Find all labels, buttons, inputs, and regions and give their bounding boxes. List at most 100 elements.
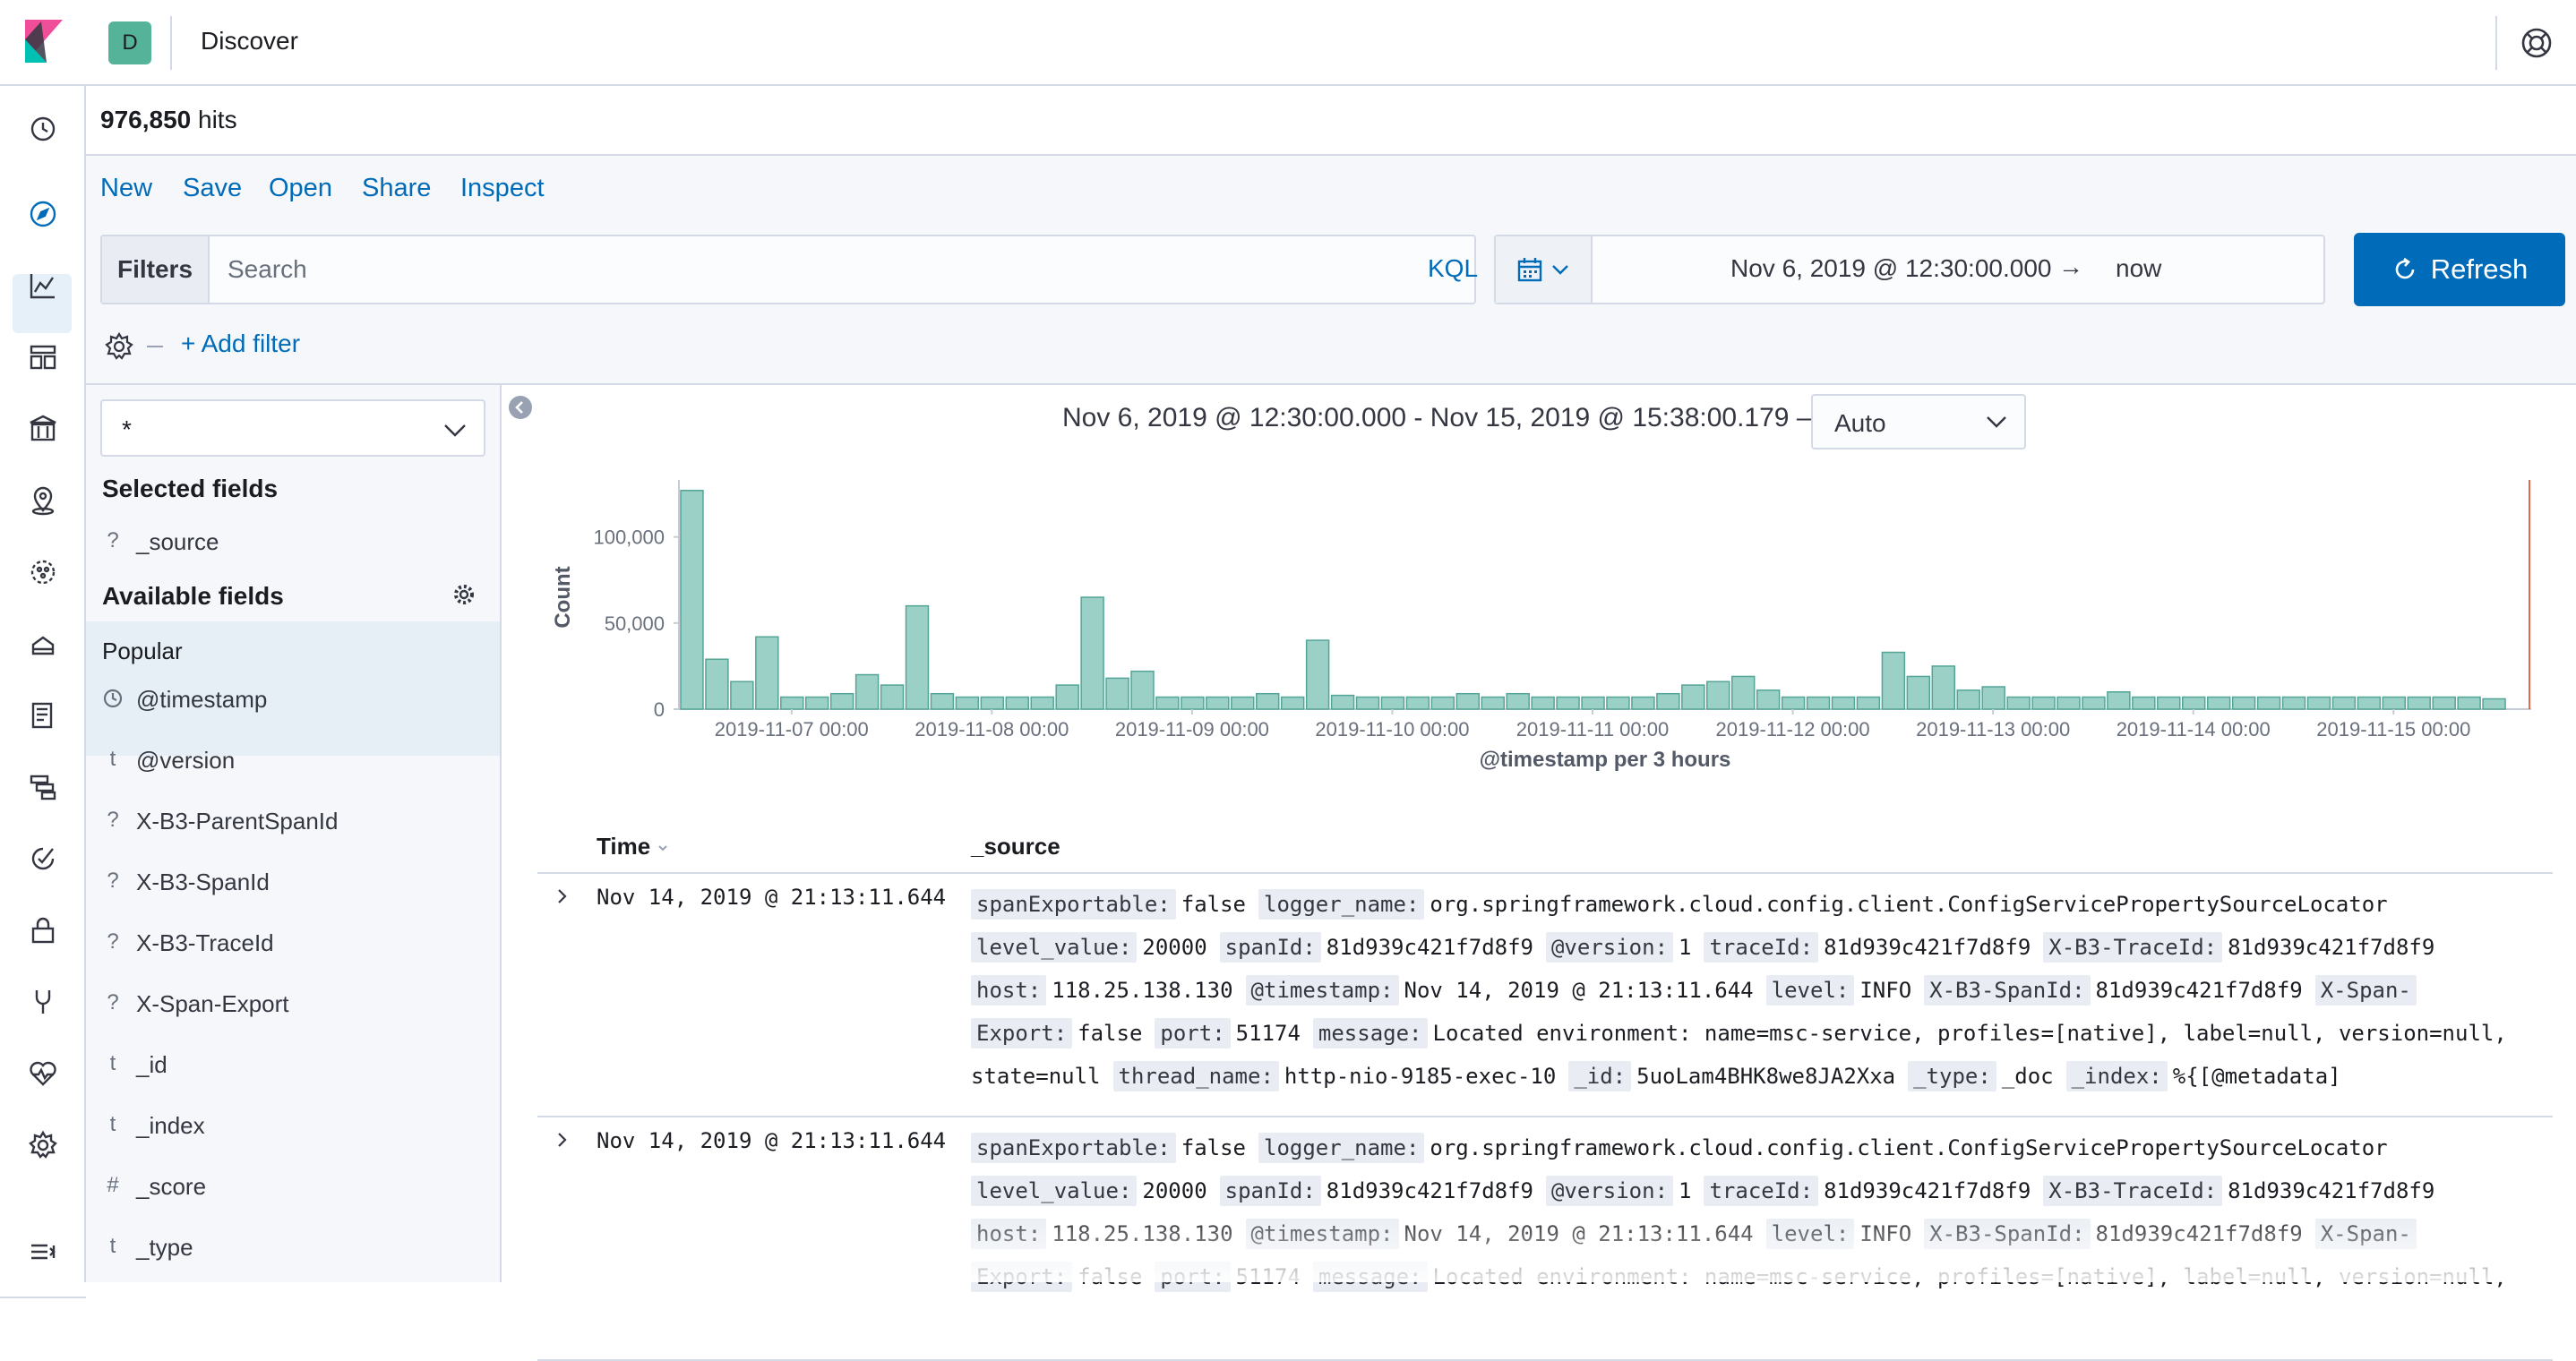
field-item[interactable]: t @version bbox=[86, 731, 500, 790]
histogram-bar bbox=[2357, 696, 2382, 710]
kibana-logo-icon[interactable] bbox=[25, 20, 63, 63]
row-source: spanExportable: false logger_name: org.spri… bbox=[971, 1126, 2512, 1298]
y-tick-label: 0 bbox=[654, 698, 665, 721]
canvas-icon[interactable] bbox=[25, 411, 61, 447]
share-link[interactable]: Share bbox=[362, 174, 431, 203]
source-field-value: 20000 bbox=[1142, 1178, 1207, 1203]
filters-button[interactable]: Filters bbox=[102, 236, 210, 303]
field-item[interactable]: ? X-Span-Export bbox=[86, 974, 500, 1033]
histogram-bar bbox=[1981, 686, 2005, 710]
source-line: host: 118.25.138.130 @timestamp: Nov 14, 20… bbox=[971, 1212, 2512, 1255]
discover-icon[interactable] bbox=[25, 196, 61, 232]
date-picker: Nov 6, 2019 @ 12:30:00.000 → now bbox=[1494, 235, 2325, 304]
source-field-key: X-B3-SpanId: bbox=[1924, 1219, 2091, 1249]
header-divider bbox=[2495, 16, 2497, 70]
histogram-bar bbox=[955, 696, 980, 710]
monitoring-icon[interactable] bbox=[25, 1056, 61, 1091]
chevron-down-icon bbox=[1987, 416, 2006, 428]
histogram-bar bbox=[1881, 651, 1906, 710]
histogram-bar bbox=[1481, 696, 1505, 710]
source-field-value: Nov 14, 2019 @ 21:13:11.644 bbox=[1404, 978, 1754, 1003]
y-tick-label: 50,000 bbox=[605, 612, 665, 635]
field-item[interactable]: t _id bbox=[86, 1035, 500, 1094]
histogram-chart[interactable]: 0 50,000 100,000 Count 2019-11-07 00:00 2019-… bbox=[537, 475, 2562, 779]
histogram-bar bbox=[2306, 696, 2331, 710]
histogram-bar bbox=[1806, 696, 1831, 710]
source-line: spanExportable: false logger_name: org.spri… bbox=[971, 1126, 2512, 1169]
collapse-sidebar-icon[interactable] bbox=[507, 394, 534, 421]
new-search-link[interactable]: New bbox=[100, 174, 152, 203]
index-pattern-select[interactable]: * bbox=[100, 399, 485, 457]
table-row[interactable]: Nov 14, 2019 @ 21:13:11.644 spanExportabl… bbox=[537, 1117, 2553, 1361]
x-tick-label: 2019-11-09 00:00 bbox=[1115, 718, 1269, 740]
quick-date-menu-button[interactable] bbox=[1496, 236, 1593, 303]
source-field-key: @timestamp: bbox=[1245, 1219, 1399, 1249]
apm-icon[interactable] bbox=[25, 769, 61, 805]
histogram-bar bbox=[1581, 696, 1605, 710]
page-title: Discover bbox=[201, 27, 298, 55]
filter-settings-gear-icon[interactable] bbox=[104, 331, 134, 362]
field-item[interactable]: t _index bbox=[86, 1096, 500, 1155]
field-type-icon: t bbox=[109, 1051, 116, 1075]
expand-row-icon[interactable] bbox=[552, 886, 571, 906]
histogram-bar bbox=[1231, 696, 1255, 710]
recently-viewed-icon[interactable] bbox=[25, 111, 61, 147]
help-icon[interactable] bbox=[2519, 25, 2555, 61]
row-timestamp: Nov 14, 2019 @ 21:13:11.644 bbox=[597, 1128, 947, 1153]
histogram-bar bbox=[730, 680, 754, 710]
table-row[interactable]: Nov 14, 2019 @ 21:13:11.644 spanExportabl… bbox=[537, 874, 2553, 1117]
source-field-key: _type: bbox=[1908, 1061, 1996, 1091]
uptime-icon[interactable] bbox=[25, 841, 61, 877]
histogram-bar bbox=[1631, 696, 1655, 710]
add-filter-button[interactable]: + Add filter bbox=[181, 330, 300, 358]
inspect-link[interactable]: Inspect bbox=[460, 174, 545, 203]
expand-row-icon[interactable] bbox=[552, 1130, 571, 1150]
visualize-icon[interactable] bbox=[25, 268, 61, 304]
histogram-bar bbox=[1906, 675, 1931, 710]
dev-tools-icon[interactable] bbox=[25, 984, 61, 1020]
collapse-nav-icon[interactable] bbox=[25, 1234, 61, 1270]
infrastructure-icon[interactable] bbox=[25, 626, 61, 662]
end-date-button[interactable]: now bbox=[2116, 254, 2161, 283]
source-line: state=null thread_name: http-nio-9185-exec… bbox=[971, 1055, 2512, 1098]
histogram-bar bbox=[1856, 696, 1881, 710]
field-name: _id bbox=[136, 1051, 167, 1078]
field-item[interactable]: ? X-B3-TraceId bbox=[86, 913, 500, 972]
field-type-icon: t bbox=[109, 747, 116, 771]
histogram-bar bbox=[1656, 692, 1680, 710]
refresh-button[interactable]: Refresh bbox=[2354, 233, 2565, 306]
field-filter-gear-icon[interactable] bbox=[451, 582, 477, 607]
field-item-timestamp[interactable]: @timestamp bbox=[86, 670, 500, 729]
source-field-key: _index: bbox=[2065, 1061, 2168, 1091]
source-field-value: 5uoLam4BHK8we8JA2Xxa bbox=[1636, 1064, 1896, 1089]
source-field-value: 81d939c421f7d8f9 bbox=[1326, 935, 1533, 960]
siem-icon[interactable] bbox=[25, 912, 61, 948]
query-language-toggle[interactable]: KQL bbox=[1428, 254, 1478, 283]
interval-select[interactable]: Auto bbox=[1811, 394, 2026, 449]
save-search-link[interactable]: Save bbox=[183, 174, 242, 203]
source-field-key: host: bbox=[971, 1219, 1047, 1249]
sort-arrow-icon[interactable] bbox=[657, 842, 669, 854]
histogram-bar bbox=[680, 490, 704, 710]
source-field-key: X-Span- bbox=[2314, 975, 2417, 1006]
source-field-value: 81d939c421f7d8f9 bbox=[1326, 1178, 1533, 1203]
logs-icon[interactable] bbox=[25, 698, 61, 733]
machine-learning-icon[interactable] bbox=[25, 554, 61, 590]
field-item[interactable]: # _score bbox=[86, 1157, 500, 1216]
source-field-key: X-B3-TraceId: bbox=[2043, 932, 2223, 963]
histogram-bar bbox=[804, 696, 829, 710]
maps-icon[interactable] bbox=[25, 483, 61, 518]
search-input[interactable] bbox=[228, 249, 1338, 290]
time-column-header[interactable]: Time bbox=[597, 833, 669, 860]
space-avatar[interactable]: D bbox=[108, 21, 151, 64]
field-item[interactable]: ? X-B3-SpanId bbox=[86, 852, 500, 912]
dashboard-icon[interactable] bbox=[25, 339, 61, 375]
field-item[interactable]: ? X-B3-ParentSpanId bbox=[86, 792, 500, 851]
index-pattern-value: * bbox=[122, 415, 132, 443]
open-search-link[interactable]: Open bbox=[269, 174, 332, 203]
selected-field-item[interactable]: ? _source bbox=[86, 512, 500, 571]
management-icon[interactable] bbox=[25, 1127, 61, 1163]
field-item[interactable]: t _type bbox=[86, 1218, 500, 1277]
histogram-bar bbox=[2457, 696, 2481, 710]
start-date-button[interactable]: Nov 6, 2019 @ 12:30:00.000 bbox=[1730, 254, 2051, 283]
